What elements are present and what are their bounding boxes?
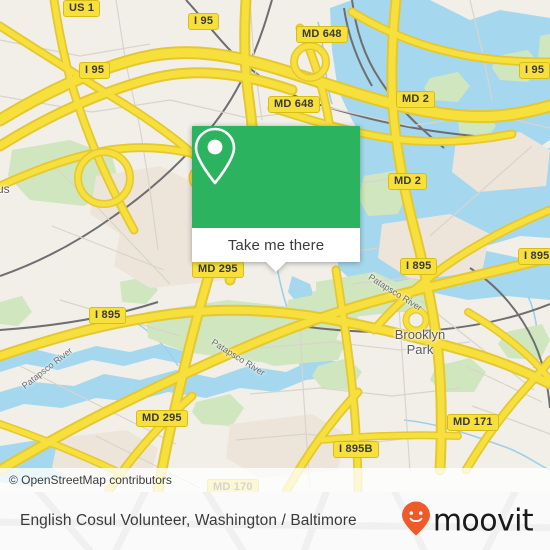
road-shield-md-2-top[interactable]: MD 2 bbox=[396, 91, 436, 108]
popup-header bbox=[192, 126, 360, 228]
popup-tail-pointer bbox=[266, 262, 286, 272]
road-shield-md-171[interactable]: MD 171 bbox=[447, 414, 499, 431]
popup-footer[interactable]: Take me there bbox=[192, 228, 360, 272]
road-shield-i-95-west[interactable]: I 95 bbox=[79, 62, 111, 79]
road-shield-i-895-left[interactable]: I 895 bbox=[89, 307, 127, 324]
road-shield-i-95-north[interactable]: I 95 bbox=[188, 13, 220, 30]
moovit-map-screenshot: US 1 I 95 MD 648 I 95 I 95 MD 648 MD 2 M… bbox=[0, 0, 550, 550]
bottom-info-bar: English Cosul Volunteer, Washington / Ba… bbox=[0, 492, 550, 550]
road-shield-md-295-bottom[interactable]: MD 295 bbox=[136, 410, 188, 427]
road-shield-md-295-mid[interactable]: MD 295 bbox=[192, 261, 244, 278]
map-attribution-bar: © OpenStreetMap contributors bbox=[0, 468, 550, 492]
road-shield-i-895-far-right[interactable]: I 895 bbox=[518, 248, 550, 265]
moovit-smiley-pin-icon bbox=[401, 501, 431, 542]
place-label-brooklyn-park: Brooklyn Park bbox=[394, 327, 446, 357]
location-popup-card[interactable]: Take me there bbox=[192, 126, 360, 272]
road-shield-i-895-right[interactable]: I 895 bbox=[400, 258, 438, 275]
road-shield-md-648-top[interactable]: MD 648 bbox=[296, 26, 348, 43]
road-shield-i-895b[interactable]: I 895B bbox=[333, 441, 379, 458]
take-me-there-button[interactable]: Take me there bbox=[228, 237, 324, 254]
osm-attribution-text[interactable]: © OpenStreetMap contributors bbox=[0, 473, 172, 487]
road-shield-us-1[interactable]: US 1 bbox=[63, 0, 101, 17]
place-label-clipped-left: us bbox=[0, 182, 10, 196]
moovit-wordmark: moovit bbox=[432, 503, 534, 538]
road-shield-md-2-mid[interactable]: MD 2 bbox=[388, 173, 428, 190]
map-canvas[interactable]: US 1 I 95 MD 648 I 95 I 95 MD 648 MD 2 M… bbox=[0, 0, 550, 492]
page-title: English Cosul Volunteer, Washington / Ba… bbox=[20, 512, 357, 529]
moovit-brand-logo[interactable]: moovit bbox=[401, 501, 534, 542]
road-shield-i-95-east[interactable]: I 95 bbox=[519, 62, 550, 79]
road-shield-md-648-left[interactable]: MD 648 bbox=[268, 96, 320, 113]
